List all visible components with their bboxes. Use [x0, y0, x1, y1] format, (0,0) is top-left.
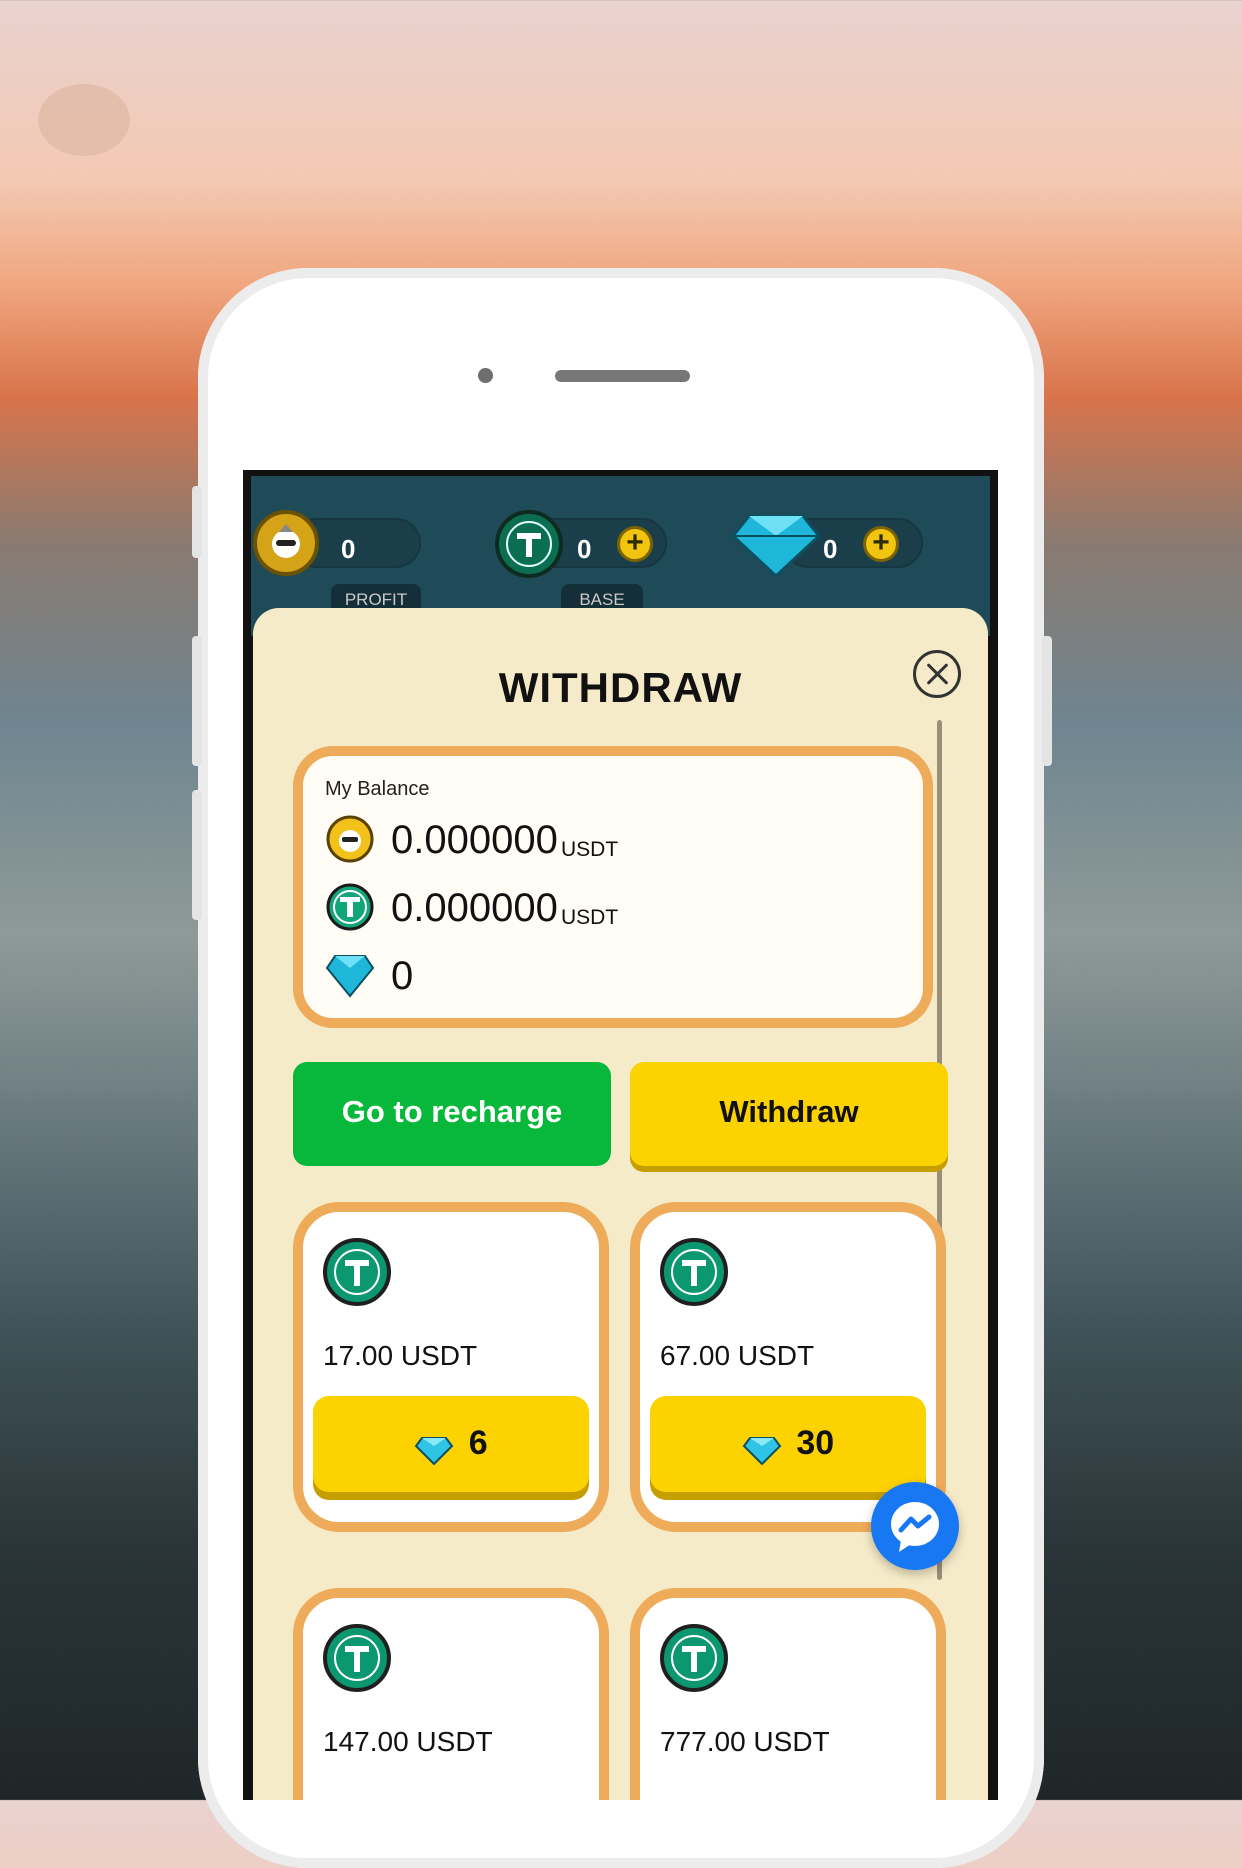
- go-to-recharge-button[interactable]: Go to recharge: [293, 1062, 611, 1166]
- profit-coin-icon: [253, 510, 319, 576]
- base-amount: 0.000000: [391, 886, 558, 930]
- gem-value: 0: [823, 534, 838, 564]
- tether-icon: [660, 1238, 728, 1306]
- tether-icon: [495, 510, 563, 578]
- withdraw-panel: WITHDRAW My Balance 0.000000 USDT 0.0000: [253, 608, 988, 1800]
- phone-side-button: [192, 486, 202, 558]
- base-unit: USDT: [561, 906, 619, 929]
- messenger-button[interactable]: [871, 1482, 959, 1570]
- option-amount: 147.00 USDT: [323, 1726, 493, 1757]
- diamond-icon: [742, 1436, 782, 1466]
- balance-label: My Balance: [325, 778, 430, 800]
- base-plus-button[interactable]: +: [617, 526, 653, 562]
- option-redeem-button[interactable]: 30: [650, 1396, 926, 1492]
- option-gem-cost: 30: [796, 1424, 835, 1462]
- profit-unit: USDT: [561, 838, 619, 861]
- tether-icon: [323, 1624, 391, 1692]
- tether-icon: [660, 1624, 728, 1692]
- background-sun: [38, 84, 130, 156]
- option-redeem-button[interactable]: 6: [313, 1396, 589, 1492]
- balance-card: My Balance 0.000000 USDT 0.000000 USDT 0: [293, 746, 933, 1028]
- diamond-icon: [414, 1436, 454, 1466]
- phone-side-button: [1042, 636, 1052, 766]
- profit-amount: 0.000000: [391, 818, 558, 862]
- diamond-icon: [731, 514, 821, 579]
- gem-plus-button[interactable]: +: [863, 526, 899, 562]
- option-amount: 67.00 USDT: [660, 1340, 815, 1371]
- phone-camera: [478, 368, 493, 383]
- panel-title: WITHDRAW: [498, 664, 743, 711]
- profit-coin-icon: [326, 815, 374, 863]
- tether-icon: [326, 883, 374, 931]
- tether-icon: [323, 1238, 391, 1306]
- withdraw-option-card[interactable]: 17.00 USDT 6: [293, 1202, 609, 1532]
- balance-row-gems: 0: [325, 950, 413, 1000]
- app-screen: 0 PROFIT 0 + BASE 0 + WITHDRAW My Balanc…: [243, 470, 998, 1800]
- withdraw-button[interactable]: Withdraw: [630, 1062, 948, 1166]
- gem-amount: 0: [391, 954, 414, 998]
- balance-row-profit: 0.000000 USDT: [325, 814, 618, 864]
- messenger-icon: [891, 1502, 939, 1552]
- withdraw-option-card[interactable]: 147.00 USDT: [293, 1588, 609, 1800]
- withdraw-option-card[interactable]: 777.00 USDT: [630, 1588, 946, 1800]
- phone-side-button: [192, 636, 202, 766]
- option-gem-cost: 6: [468, 1424, 488, 1462]
- phone-speaker: [555, 370, 690, 382]
- option-amount: 17.00 USDT: [323, 1340, 478, 1371]
- diamond-icon: [325, 955, 375, 998]
- phone-side-button: [192, 790, 202, 920]
- profit-value: 0: [341, 534, 356, 564]
- balance-row-base: 0.000000 USDT: [325, 882, 618, 932]
- base-value: 0: [577, 534, 592, 564]
- option-amount: 777.00 USDT: [660, 1726, 830, 1757]
- close-icon[interactable]: [913, 650, 961, 698]
